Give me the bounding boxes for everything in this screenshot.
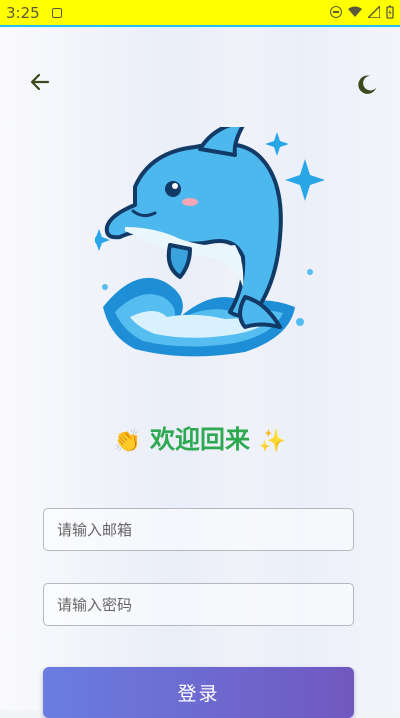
welcome-text: 欢迎回来 xyxy=(149,425,250,454)
login-screen: 👏 欢迎回来 ✨ 登录 xyxy=(0,27,400,718)
status-icons xyxy=(330,5,394,19)
status-bar: 3:25 xyxy=(0,0,400,27)
dolphin-icon xyxy=(95,127,325,357)
sim-card-icon xyxy=(52,8,62,18)
status-time: 3:25 xyxy=(6,4,40,22)
cellular-signal-icon xyxy=(368,6,380,18)
battery-icon xyxy=(386,5,394,19)
welcome-heading: 👏 欢迎回来 ✨ xyxy=(0,420,400,456)
password-input[interactable] xyxy=(43,583,354,626)
login-button[interactable]: 登录 xyxy=(43,667,354,718)
sparkles-icon: ✨ xyxy=(258,429,287,454)
clapping-hands-icon: 👏 xyxy=(113,429,142,454)
do-not-disturb-icon xyxy=(330,6,342,18)
moon-icon[interactable] xyxy=(356,74,378,96)
email-input[interactable] xyxy=(43,508,354,551)
wifi-icon xyxy=(348,6,362,17)
arrow-left-icon[interactable] xyxy=(28,70,52,94)
